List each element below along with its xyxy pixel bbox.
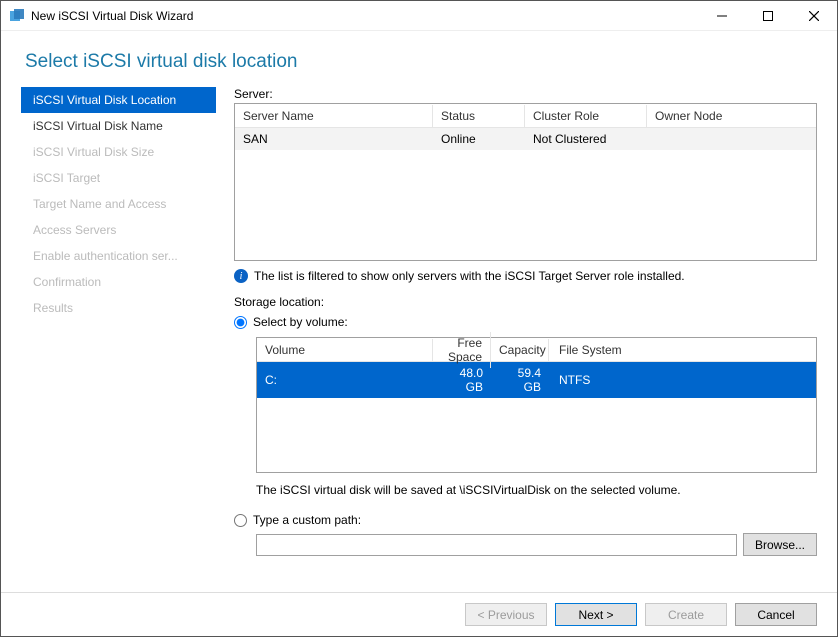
- cell-server-name: SAN: [235, 128, 433, 150]
- radio-custom-path-input[interactable]: [234, 514, 247, 527]
- create-button: Create: [645, 603, 727, 626]
- maximize-button[interactable]: [745, 1, 791, 31]
- col-owner-node[interactable]: Owner Node: [647, 105, 816, 127]
- col-status[interactable]: Status: [433, 105, 525, 127]
- col-volume[interactable]: Volume: [257, 339, 433, 361]
- cell-owner-node: [647, 135, 816, 143]
- radio-select-by-volume-input[interactable]: [234, 316, 247, 329]
- cell-status: Online: [433, 128, 525, 150]
- titlebar: New iSCSI Virtual Disk Wizard: [1, 1, 837, 31]
- volume-row[interactable]: C: 48.0 GB 59.4 GB NTFS: [257, 362, 816, 398]
- cell-free-space: 48.0 GB: [433, 362, 491, 398]
- minimize-button[interactable]: [699, 1, 745, 31]
- col-cluster-role[interactable]: Cluster Role: [525, 105, 647, 127]
- next-button[interactable]: Next >: [555, 603, 637, 626]
- col-server-name[interactable]: Server Name: [235, 105, 433, 127]
- info-text: The list is filtered to show only server…: [254, 269, 685, 283]
- server-grid[interactable]: Server Name Status Cluster Role Owner No…: [234, 103, 817, 261]
- col-capacity[interactable]: Capacity: [491, 339, 549, 361]
- radio-custom-path-label: Type a custom path:: [253, 513, 361, 527]
- step-results: Results: [21, 295, 216, 321]
- col-file-system[interactable]: File System: [549, 339, 816, 361]
- step-location[interactable]: iSCSI Virtual Disk Location: [21, 87, 216, 113]
- cell-cluster-role: Not Clustered: [525, 128, 647, 150]
- browse-button[interactable]: Browse...: [743, 533, 817, 556]
- custom-path-row: Browse...: [256, 533, 817, 556]
- radio-select-by-volume-label: Select by volume:: [253, 315, 348, 329]
- server-grid-header: Server Name Status Cluster Role Owner No…: [235, 104, 816, 128]
- wizard-footer: < Previous Next > Create Cancel: [1, 592, 837, 636]
- volume-grid[interactable]: Volume Free Space Capacity File System C…: [256, 337, 817, 473]
- radio-select-by-volume[interactable]: Select by volume:: [234, 315, 817, 329]
- info-icon: i: [234, 269, 248, 283]
- previous-button: < Previous: [465, 603, 547, 626]
- main-panel: Server: Server Name Status Cluster Role …: [216, 87, 817, 592]
- page-heading: Select iSCSI virtual disk location: [1, 31, 837, 87]
- server-filter-info: i The list is filtered to show only serv…: [234, 269, 817, 283]
- volume-block: Volume Free Space Capacity File System C…: [256, 333, 817, 509]
- step-target: iSCSI Target: [21, 165, 216, 191]
- volume-hint: The iSCSI virtual disk will be saved at …: [256, 483, 817, 497]
- wizard-steps-sidebar: iSCSI Virtual Disk Location iSCSI Virtua…: [21, 87, 216, 592]
- cancel-button[interactable]: Cancel: [735, 603, 817, 626]
- custom-path-input[interactable]: [256, 534, 737, 556]
- window-controls: [699, 1, 837, 31]
- cell-capacity: 59.4 GB: [491, 362, 549, 398]
- window-title: New iSCSI Virtual Disk Wizard: [31, 9, 699, 23]
- app-icon: [9, 8, 25, 24]
- step-authentication: Enable authentication ser...: [21, 243, 216, 269]
- close-button[interactable]: [791, 1, 837, 31]
- wizard-window: New iSCSI Virtual Disk Wizard Select iSC…: [0, 0, 838, 637]
- step-size: iSCSI Virtual Disk Size: [21, 139, 216, 165]
- volume-grid-header: Volume Free Space Capacity File System: [257, 338, 816, 362]
- step-confirmation: Confirmation: [21, 269, 216, 295]
- step-name[interactable]: iSCSI Virtual Disk Name: [21, 113, 216, 139]
- server-row[interactable]: SAN Online Not Clustered: [235, 128, 816, 150]
- server-label: Server:: [234, 87, 817, 101]
- step-target-name: Target Name and Access: [21, 191, 216, 217]
- storage-label: Storage location:: [234, 295, 817, 309]
- step-access-servers: Access Servers: [21, 217, 216, 243]
- cell-file-system: NTFS: [549, 369, 816, 391]
- radio-custom-path[interactable]: Type a custom path:: [234, 513, 817, 527]
- cell-volume: C:: [257, 369, 433, 391]
- wizard-body: iSCSI Virtual Disk Location iSCSI Virtua…: [1, 87, 837, 592]
